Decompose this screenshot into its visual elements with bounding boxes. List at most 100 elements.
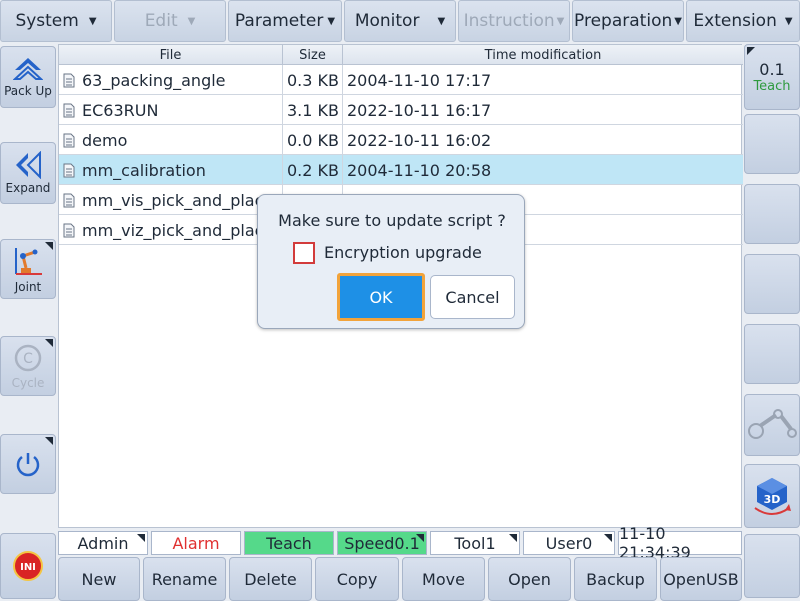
expand-button[interactable]: Expand bbox=[0, 142, 56, 204]
menu-bar: System ▼ Edit ▼ Parameter ▼ Monitor ▼ In… bbox=[0, 0, 800, 44]
3d-view-label: 3D bbox=[764, 493, 781, 506]
speed-teach-button[interactable]: 0.1 Teach bbox=[744, 44, 800, 110]
status-user-frame[interactable]: User0 bbox=[523, 531, 615, 555]
ok-label: OK bbox=[369, 287, 393, 307]
backup-button[interactable]: Backup bbox=[574, 557, 657, 601]
menu-instruction-label: Instruction bbox=[463, 11, 555, 31]
menu-system-label: System bbox=[15, 11, 79, 31]
dialog-message: Make sure to update script ? bbox=[278, 211, 506, 230]
status-speed[interactable]: Speed0.1 bbox=[337, 531, 427, 555]
status-user[interactable]: Admin bbox=[58, 531, 148, 555]
caret-down-icon: ▼ bbox=[556, 15, 565, 27]
status-mode-label: Teach bbox=[266, 533, 312, 553]
menu-preparation-label: Preparation bbox=[574, 11, 673, 31]
menu-monitor-label: Monitor bbox=[354, 11, 420, 31]
right-slot-8[interactable] bbox=[744, 534, 800, 598]
backup-label: Backup bbox=[586, 569, 645, 589]
file-size: 0.0 KB bbox=[283, 125, 343, 155]
table-row[interactable]: EC63RUN 3.1 KB 2022-10-11 16:17 bbox=[59, 95, 743, 125]
cycle-icon: C bbox=[14, 344, 42, 372]
status-mode[interactable]: Teach bbox=[244, 531, 334, 555]
open-usb-button[interactable]: OpenUSB bbox=[660, 557, 742, 601]
copy-button[interactable]: Copy bbox=[315, 557, 399, 601]
table-row-selected[interactable]: mm_calibration 0.2 KB 2004-11-10 20:58 bbox=[59, 155, 743, 185]
menu-edit-label: Edit bbox=[144, 11, 178, 31]
caret-down-icon: ▼ bbox=[674, 15, 682, 27]
status-alarm[interactable]: Alarm bbox=[151, 531, 241, 555]
joint-icon bbox=[15, 248, 42, 275]
move-button[interactable]: Move bbox=[402, 557, 485, 601]
menu-extension[interactable]: Extension ▼ bbox=[686, 0, 800, 42]
copy-label: Copy bbox=[336, 569, 378, 589]
file-name: mm_viz_pick_and_place bbox=[82, 220, 274, 240]
ini-badge-text: INI bbox=[20, 562, 36, 573]
power-button[interactable] bbox=[0, 434, 56, 494]
new-button[interactable]: New bbox=[58, 557, 140, 601]
open-usb-label: OpenUSB bbox=[663, 569, 739, 589]
file-name: mm_calibration bbox=[82, 160, 206, 180]
open-button[interactable]: Open bbox=[488, 557, 571, 601]
status-user-label: Admin bbox=[77, 533, 129, 553]
menu-edit[interactable]: Edit ▼ bbox=[114, 0, 226, 42]
corner-indicator bbox=[137, 534, 145, 542]
status-tool[interactable]: Tool1 bbox=[430, 531, 520, 555]
cycle-button[interactable]: C Cycle bbox=[0, 336, 56, 396]
confirm-dialog: Make sure to update script ? Encryption … bbox=[257, 194, 525, 329]
ini-icon: INI bbox=[13, 551, 43, 581]
pack-up-icon bbox=[13, 58, 43, 80]
3d-view-button[interactable]: 3D bbox=[744, 464, 800, 528]
mode-label: Teach bbox=[753, 79, 791, 94]
menu-instruction[interactable]: Instruction ▼ bbox=[458, 0, 570, 42]
file-icon bbox=[63, 223, 75, 237]
rename-label: Rename bbox=[151, 569, 218, 589]
rename-button[interactable]: Rename bbox=[143, 557, 226, 601]
table-row[interactable]: demo 0.0 KB 2022-10-11 16:02 bbox=[59, 125, 743, 155]
column-size[interactable]: Size bbox=[283, 45, 343, 65]
right-slot-2[interactable] bbox=[744, 114, 800, 174]
menu-monitor[interactable]: Monitor ▼ bbox=[344, 0, 456, 42]
menu-preparation[interactable]: Preparation ▼ bbox=[572, 0, 684, 42]
robot-arm-button[interactable] bbox=[744, 394, 800, 456]
column-file[interactable]: File bbox=[59, 45, 283, 65]
pack-up-button[interactable]: Pack Up bbox=[0, 46, 56, 108]
pack-up-label: Pack Up bbox=[4, 84, 52, 98]
file-time: 2004-11-10 20:58 bbox=[347, 160, 492, 180]
file-icon bbox=[63, 193, 75, 207]
column-time[interactable]: Time modification bbox=[343, 45, 743, 65]
menu-system[interactable]: System ▼ bbox=[0, 0, 112, 42]
cancel-button[interactable]: Cancel bbox=[430, 275, 515, 319]
corner-indicator bbox=[509, 534, 517, 542]
file-icon bbox=[63, 73, 75, 87]
delete-button[interactable]: Delete bbox=[229, 557, 312, 601]
file-name: EC63RUN bbox=[82, 100, 159, 120]
corner-indicator bbox=[416, 534, 424, 542]
right-slot-5[interactable] bbox=[744, 324, 800, 384]
open-label: Open bbox=[508, 569, 551, 589]
robot-arm-icon bbox=[748, 409, 797, 439]
status-alarm-label: Alarm bbox=[172, 533, 220, 553]
encryption-upgrade-label[interactable]: Encryption upgrade bbox=[324, 243, 482, 262]
file-name: 63_packing_angle bbox=[82, 70, 226, 90]
table-row[interactable]: 63_packing_angle 0.3 KB 2004-11-10 17:17 bbox=[59, 65, 743, 95]
encryption-upgrade-checkbox[interactable] bbox=[293, 242, 315, 264]
file-name: mm_vis_pick_and_place bbox=[82, 190, 274, 210]
expand-icon bbox=[16, 151, 41, 179]
right-slot-3[interactable] bbox=[744, 184, 800, 244]
new-label: New bbox=[81, 569, 117, 589]
delete-label: Delete bbox=[244, 569, 297, 589]
joint-button[interactable]: Joint bbox=[0, 239, 56, 299]
right-slot-4[interactable] bbox=[744, 254, 800, 314]
corner-indicator bbox=[45, 242, 53, 250]
cancel-label: Cancel bbox=[445, 287, 500, 307]
caret-down-icon: ▼ bbox=[437, 15, 446, 27]
ini-button[interactable]: INI bbox=[0, 533, 56, 599]
corner-indicator bbox=[45, 339, 53, 347]
3d-view-icon: 3D bbox=[754, 478, 791, 515]
menu-parameter[interactable]: Parameter ▼ bbox=[228, 0, 342, 42]
file-time: 2004-11-10 17:17 bbox=[347, 70, 492, 90]
caret-down-icon: ▼ bbox=[88, 15, 97, 27]
status-datetime: 11-10 21:34:39 bbox=[618, 524, 742, 562]
ok-button[interactable]: OK bbox=[337, 273, 425, 321]
menu-parameter-label: Parameter bbox=[234, 11, 324, 31]
file-time: 2022-10-11 16:17 bbox=[347, 100, 492, 120]
